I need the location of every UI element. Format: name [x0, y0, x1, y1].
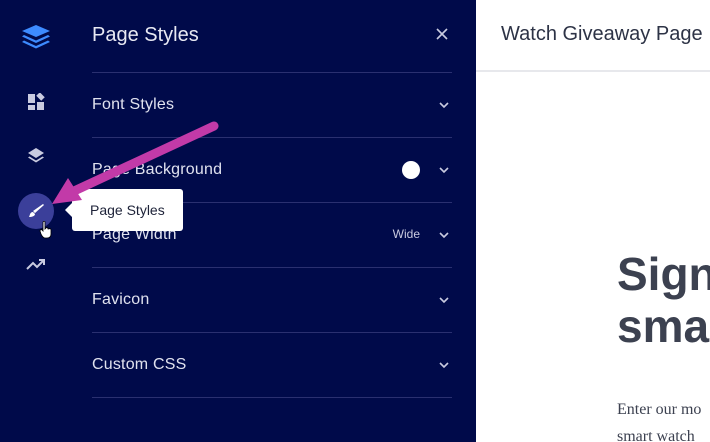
font-styles-row[interactable]: Font Styles — [92, 73, 452, 137]
page-preview: Watch Giveaway Page Sign sma Enter our m… — [476, 0, 710, 442]
chevron-down-icon — [439, 167, 449, 174]
icon-rail — [0, 0, 72, 442]
tooltip-text: Page Styles — [90, 202, 165, 218]
preview-body-text: Enter our mo smart watch — [617, 401, 702, 442]
preview-heading: Sign sma — [617, 248, 710, 352]
chevron-down-icon — [439, 232, 449, 239]
app-logo-icon[interactable] — [18, 18, 54, 54]
hand-cursor-icon — [39, 221, 52, 239]
chevron-down-icon — [439, 297, 449, 304]
page-title[interactable]: Watch Giveaway Page — [501, 23, 703, 46]
tooltip: Page Styles — [65, 189, 183, 231]
background-color-swatch[interactable] — [402, 161, 420, 179]
page-width-value: Wide — [392, 227, 420, 241]
row-label: Page Background — [92, 161, 223, 178]
preview-header: Watch Giveaway Page — [476, 0, 710, 72]
chevron-down-icon — [439, 362, 449, 369]
panel-title: Page Styles — [92, 24, 199, 46]
row-label: Favicon — [92, 291, 150, 308]
trending-up-icon[interactable] — [18, 246, 54, 282]
row-label: Custom CSS — [92, 356, 187, 373]
chevron-down-icon — [439, 102, 449, 109]
dashboard-icon[interactable] — [18, 84, 54, 120]
custom-css-row[interactable]: Custom CSS — [92, 333, 452, 397]
favicon-row[interactable]: Favicon — [92, 268, 452, 332]
close-icon[interactable] — [434, 26, 450, 42]
layers-icon[interactable] — [18, 138, 54, 174]
row-label: Font Styles — [92, 96, 175, 113]
divider — [92, 397, 452, 398]
brush-icon — [29, 204, 44, 217]
